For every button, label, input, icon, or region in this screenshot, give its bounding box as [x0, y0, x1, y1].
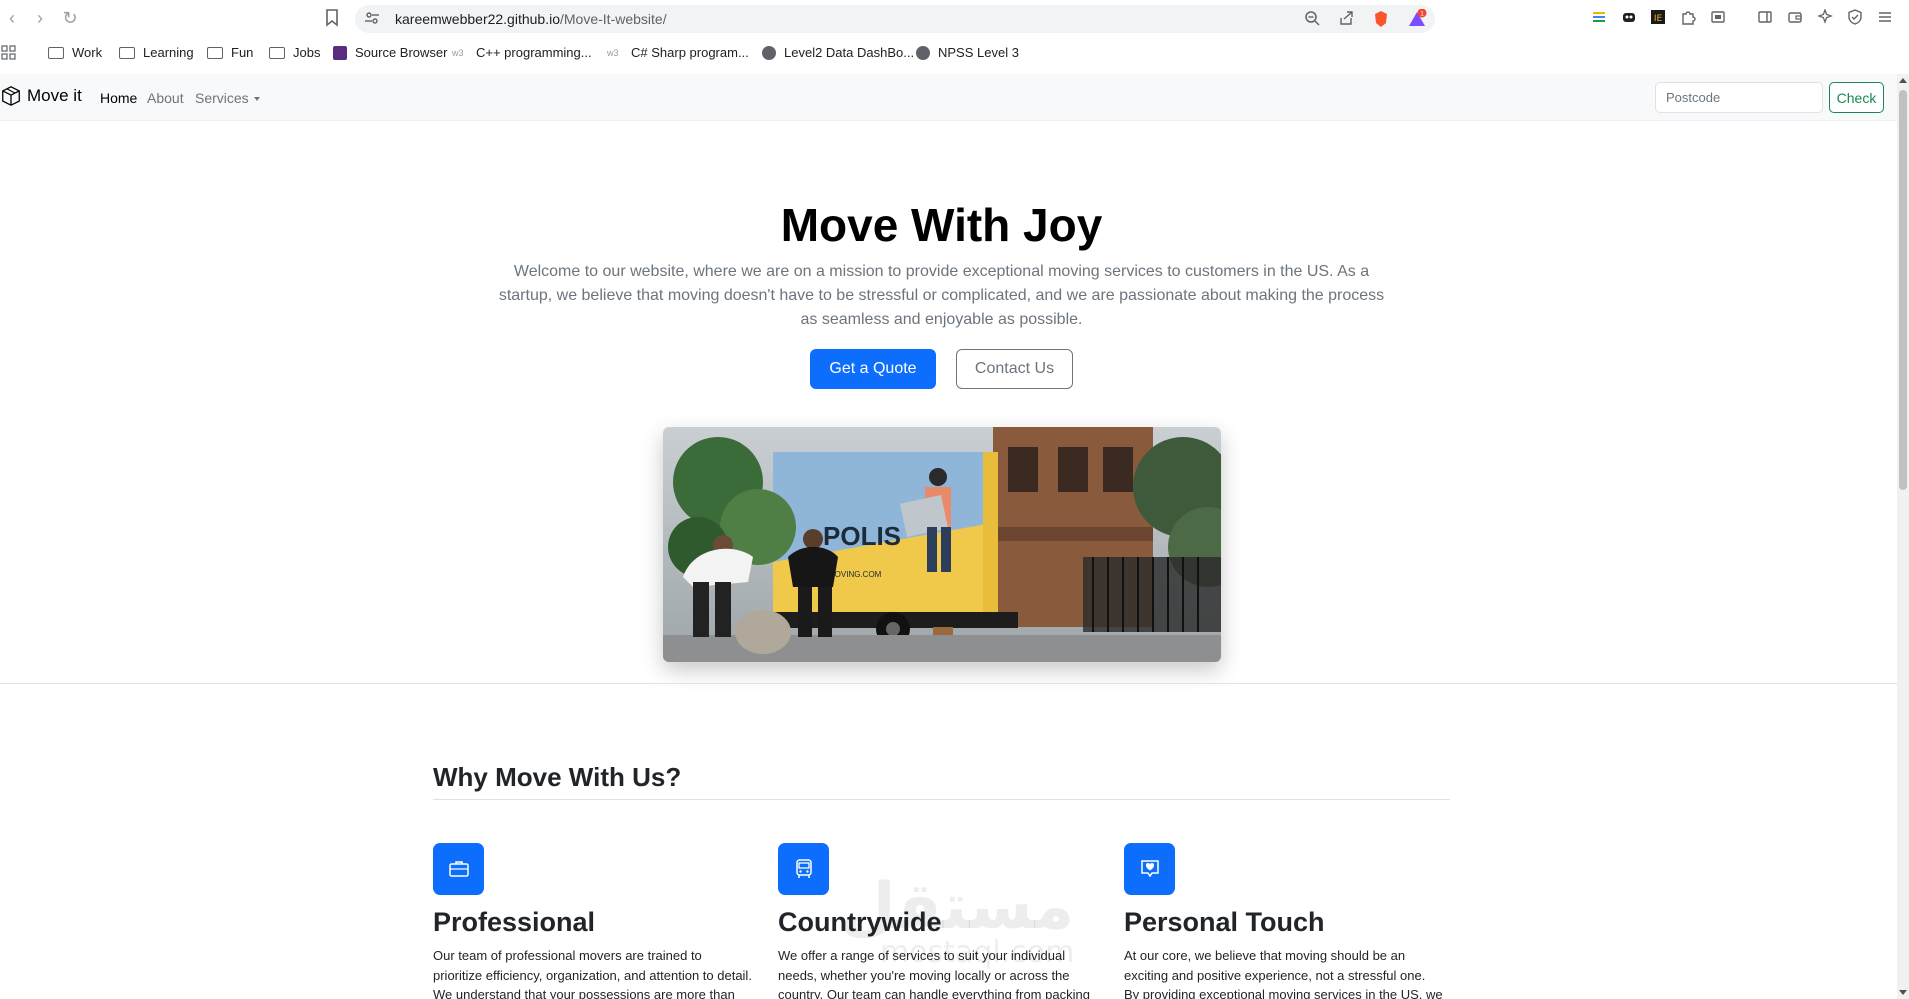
url-path: /Move-It-website/ — [560, 11, 667, 27]
bookmark-csharp[interactable]: w3 C# Sharp program... — [607, 45, 749, 60]
bookmark-jobs[interactable]: Jobs — [269, 45, 320, 60]
bookmark-label: Learning — [143, 45, 194, 60]
bookmark-page-icon[interactable] — [323, 9, 341, 27]
bookmark-label: Jobs — [293, 45, 321, 60]
bookmark-level2[interactable]: Level2 Data DashBo... — [762, 45, 914, 60]
net-icon — [333, 45, 347, 60]
feature-card-professional: Professional Our team of professional mo… — [433, 843, 753, 999]
w3-icon: w3 — [607, 47, 619, 58]
get-quote-button[interactable]: Get a Quote — [810, 349, 936, 389]
svg-text:IE: IE — [1654, 14, 1663, 24]
bookmark-label: Work — [72, 45, 103, 60]
feature-title: Personal Touch — [1124, 907, 1325, 937]
extension-dark-icon[interactable]: IE — [1649, 9, 1667, 27]
sidebar-icon[interactable] — [1756, 9, 1774, 27]
nav-about[interactable]: About — [147, 90, 184, 106]
window-icon[interactable] — [1709, 9, 1727, 27]
features-heading: Why Move With Us? — [433, 762, 682, 792]
bookmark-fun[interactable]: Fun — [207, 45, 253, 60]
bookmark-learning[interactable]: Learning — [119, 45, 194, 60]
extension-lines-icon[interactable] — [1590, 9, 1608, 27]
hero-title: Move With Joy — [780, 199, 1103, 251]
feature-text: Our team of professional movers are trai… — [433, 948, 752, 999]
bookmark-work[interactable]: Work — [48, 45, 102, 60]
truck-lettering: POLIS — [823, 521, 901, 551]
contact-us-button[interactable]: Contact Us — [956, 349, 1073, 389]
browser-toolbar: ‹ › ↻ kareemwebber22.github.io/Move-It-w… — [0, 0, 1909, 36]
heart-chat-icon — [1124, 843, 1175, 895]
site-navbar: Move it Home About Services Check — [0, 74, 1897, 121]
feature-text: At our core, we believe that moving shou… — [1124, 948, 1443, 999]
bookmark-label: Level2 Data DashBo... — [784, 45, 915, 60]
address-bar[interactable]: kareemwebber22.github.io/Move-It-website… — [355, 5, 1435, 33]
check-button[interactable]: Check — [1829, 82, 1884, 113]
leo-ai-icon[interactable] — [1816, 8, 1834, 27]
url-text: kareemwebber22.github.io/Move-It-website… — [395, 11, 667, 27]
features-heading-rule — [433, 799, 1450, 800]
page-scrollbar[interactable] — [1897, 74, 1909, 999]
brave-rewards-icon[interactable]: 1 — [1407, 8, 1427, 27]
postcode-input[interactable] — [1655, 82, 1823, 113]
scroll-down-arrow-icon[interactable] — [1899, 990, 1907, 995]
wallet-icon[interactable] — [1786, 9, 1804, 27]
feature-title: Professional — [433, 907, 596, 937]
feature-card-personal-touch: Personal Touch At our core, we believe t… — [1124, 843, 1444, 999]
bookmark-label: Source Browser — [355, 45, 448, 60]
apps-grid-icon[interactable] — [0, 45, 18, 63]
hero-image-moving-truck: POLIS MOVING.COM — [663, 427, 1221, 662]
notification-count: 1 — [1420, 11, 1424, 18]
folder-icon — [207, 46, 223, 59]
folder-icon — [269, 46, 285, 59]
extension-mask-icon[interactable] — [1620, 9, 1638, 27]
watermark-url: mostaql.com — [880, 935, 1075, 970]
brave-shield-icon[interactable] — [1372, 10, 1390, 28]
url-host: kareemwebber22.github.io — [395, 11, 560, 27]
scroll-thumb[interactable] — [1899, 90, 1907, 490]
bus-icon — [778, 843, 829, 895]
reload-icon[interactable]: ↻ — [60, 8, 80, 28]
w3-icon: w3 — [452, 47, 464, 58]
site-settings-icon[interactable] — [363, 10, 381, 28]
menu-icon[interactable] — [1876, 9, 1894, 27]
folder-icon — [48, 46, 64, 59]
bookmarks-bar: Work Learning Fun Jobs Source Browser w3… — [0, 39, 1909, 69]
scroll-up-arrow-icon[interactable] — [1899, 78, 1907, 83]
bookmark-label: C# Sharp program... — [631, 45, 749, 60]
brand-name: Move it — [27, 86, 82, 105]
nav-services-label: Services — [195, 90, 249, 106]
bookmark-label: C++ programming... — [476, 45, 592, 60]
section-divider — [0, 683, 1897, 684]
bookmark-label: Fun — [231, 45, 254, 60]
zoom-icon[interactable] — [1303, 10, 1321, 28]
nav-services-dropdown[interactable]: Services — [195, 90, 260, 106]
nav-home[interactable]: Home — [100, 90, 137, 106]
bookmark-npss[interactable]: NPSS Level 3 — [916, 45, 1019, 60]
bookmark-label: NPSS Level 3 — [938, 45, 1019, 60]
globe-icon — [916, 45, 930, 60]
truck-website: MOVING.COM — [828, 570, 882, 579]
share-icon[interactable] — [1337, 10, 1355, 28]
vpn-shield-icon[interactable] — [1846, 9, 1864, 27]
back-icon[interactable]: ‹ — [2, 8, 22, 28]
bookmark-cpp[interactable]: w3 C++ programming... — [452, 45, 592, 60]
folder-icon — [119, 46, 135, 59]
box-icon — [2, 86, 20, 106]
hero-lead: Welcome to our website, where we are on … — [498, 263, 1385, 328]
forward-icon[interactable]: › — [30, 8, 50, 28]
briefcase-icon — [433, 843, 484, 895]
brand-link[interactable]: Move it — [0, 85, 82, 107]
watermark-logo: مستقل — [840, 870, 1075, 944]
extensions-puzzle-icon[interactable] — [1679, 9, 1697, 27]
bookmark-source-browser[interactable]: Source Browser — [333, 45, 447, 60]
chevron-down-icon — [253, 97, 260, 102]
globe-icon — [762, 45, 776, 60]
